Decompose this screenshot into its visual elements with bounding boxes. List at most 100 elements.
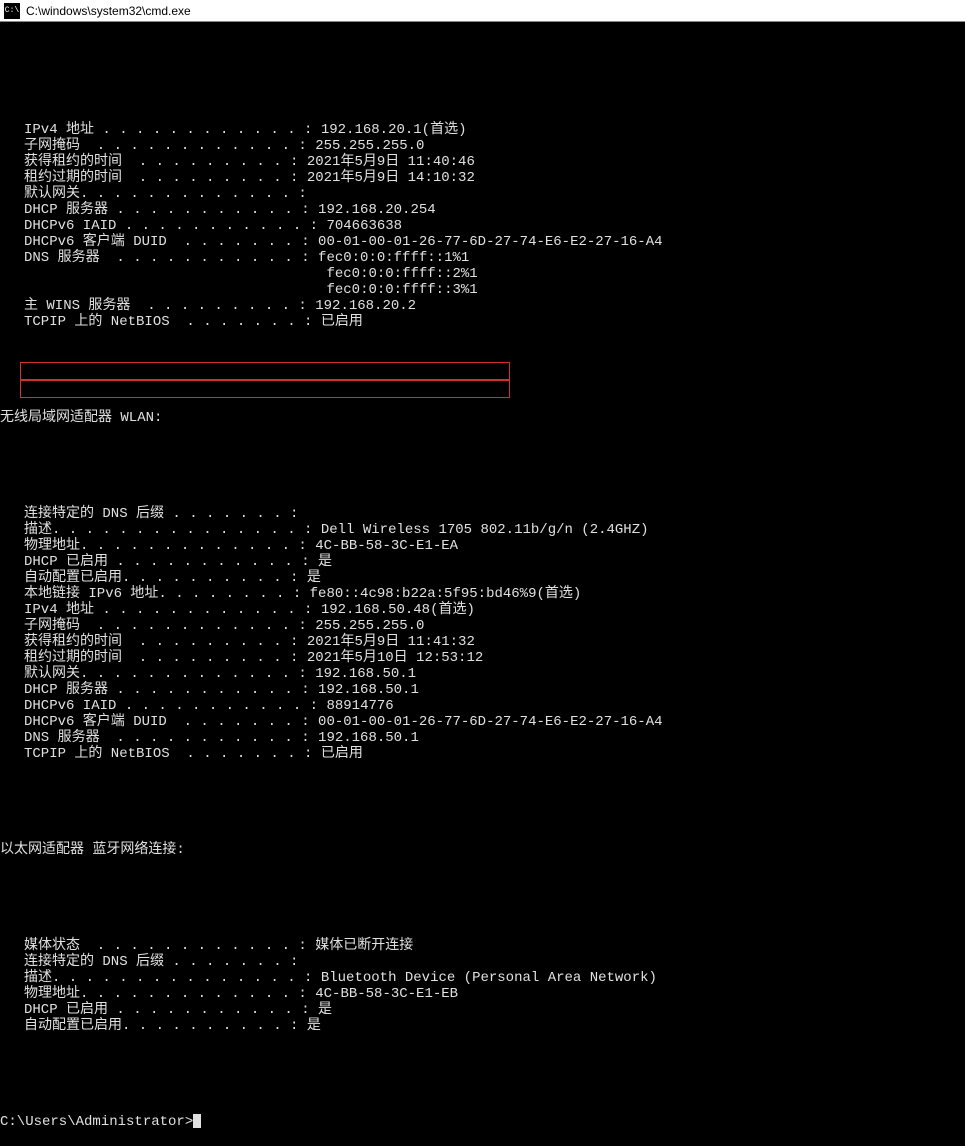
- field-label: 默认网关. . . . . . . . . . . . . :: [24, 666, 307, 682]
- field-value: 是: [298, 1018, 320, 1034]
- field-label: 描述. . . . . . . . . . . . . . . :: [24, 522, 312, 538]
- field-value: 2021年5月9日 11:40:46: [298, 154, 474, 170]
- output-row: 子网掩码 . . . . . . . . . . . . : 255.255.2…: [0, 138, 965, 154]
- field-value: 2021年5月9日 11:41:32: [298, 634, 474, 650]
- output-row: 主 WINS 服务器 . . . . . . . . . : 192.168.2…: [0, 298, 965, 314]
- field-label: [24, 266, 318, 282]
- field-value: fe80::4c98:b22a:5f95:bd46%9(首选): [301, 586, 581, 602]
- field-label: 获得租约的时间 . . . . . . . . . :: [24, 154, 298, 170]
- output-row: 连接特定的 DNS 后缀 . . . . . . . :: [0, 954, 965, 970]
- field-label: DHCPv6 IAID . . . . . . . . . . . :: [24, 218, 318, 234]
- output-row: 获得租约的时间 . . . . . . . . . : 2021年5月9日 11…: [0, 154, 965, 170]
- output-row: fec0:0:0:ffff::3%1: [0, 282, 965, 298]
- field-label: 连接特定的 DNS 后缀 . . . . . . . :: [24, 954, 298, 970]
- output-row: 描述. . . . . . . . . . . . . . . : Dell W…: [0, 522, 965, 538]
- cmd-icon: C:\: [4, 3, 20, 19]
- field-value: 192.168.50.48(首选): [312, 602, 474, 618]
- field-label: TCPIP 上的 NetBIOS . . . . . . . :: [24, 314, 312, 330]
- output-row: 媒体状态 . . . . . . . . . . . . : 媒体已断开连接: [0, 938, 965, 954]
- field-label: DHCP 服务器 . . . . . . . . . . . :: [24, 682, 310, 698]
- field-value: Dell Wireless 1705 802.11b/g/n (2.4GHZ): [312, 522, 648, 538]
- field-value: 4C-BB-58-3C-E1-EA: [307, 538, 458, 554]
- output-row: 物理地址. . . . . . . . . . . . . : 4C-BB-58…: [0, 986, 965, 1002]
- field-label: 自动配置已启用. . . . . . . . . . :: [24, 1018, 298, 1034]
- field-label: DHCP 已启用 . . . . . . . . . . . :: [24, 554, 310, 570]
- field-value: 是: [310, 1002, 332, 1018]
- field-label: 租约过期的时间 . . . . . . . . . :: [24, 650, 298, 666]
- output-row: IPv4 地址 . . . . . . . . . . . . : 192.16…: [0, 122, 965, 138]
- output-row: DHCP 已启用 . . . . . . . . . . . : 是: [0, 554, 965, 570]
- output-row: 默认网关. . . . . . . . . . . . . :: [0, 186, 965, 202]
- output-row: DHCPv6 客户端 DUID . . . . . . . : 00-01-00…: [0, 234, 965, 250]
- field-label: 物理地址. . . . . . . . . . . . . :: [24, 986, 307, 1002]
- output-row: DHCPv6 IAID . . . . . . . . . . . : 7046…: [0, 218, 965, 234]
- output-row: 获得租约的时间 . . . . . . . . . : 2021年5月9日 11…: [0, 634, 965, 650]
- field-value: 是: [310, 554, 332, 570]
- field-label: 子网掩码 . . . . . . . . . . . . :: [24, 138, 307, 154]
- field-value: 4C-BB-58-3C-E1-EB: [307, 986, 458, 1002]
- output-row: DHCPv6 客户端 DUID . . . . . . . : 00-01-00…: [0, 714, 965, 730]
- field-value: 255.255.255.0: [307, 138, 425, 154]
- field-value: Bluetooth Device (Personal Area Network): [312, 970, 656, 986]
- field-value: 192.168.20.2: [307, 298, 416, 314]
- field-label: IPv4 地址 . . . . . . . . . . . . :: [24, 602, 312, 618]
- field-value: 2021年5月9日 14:10:32: [298, 170, 474, 186]
- output-row: 子网掩码 . . . . . . . . . . . . : 255.255.2…: [0, 618, 965, 634]
- terminal-output: IPv4 地址 . . . . . . . . . . . . : 192.16…: [0, 22, 965, 1146]
- field-value: 192.168.50.1: [307, 666, 416, 682]
- output-row: 连接特定的 DNS 后缀 . . . . . . . :: [0, 506, 965, 522]
- output-row: DHCP 服务器 . . . . . . . . . . . : 192.168…: [0, 202, 965, 218]
- field-label: DHCP 已启用 . . . . . . . . . . . :: [24, 1002, 310, 1018]
- field-label: 默认网关. . . . . . . . . . . . . :: [24, 186, 307, 202]
- output-row: TCPIP 上的 NetBIOS . . . . . . . : 已启用: [0, 314, 965, 330]
- highlight-box-ipv4: [20, 380, 510, 398]
- field-value: 192.168.50.1: [310, 730, 419, 746]
- field-label: IPv4 地址 . . . . . . . . . . . . :: [24, 122, 312, 138]
- field-value: fec0:0:0:ffff::2%1: [318, 266, 478, 282]
- field-label: 描述. . . . . . . . . . . . . . . :: [24, 970, 312, 986]
- output-row: DHCPv6 IAID . . . . . . . . . . . : 8891…: [0, 698, 965, 714]
- section-header-wlan: 无线局域网适配器 WLAN:: [0, 410, 162, 426]
- field-value: 2021年5月10日 12:53:12: [298, 650, 483, 666]
- field-value: fec0:0:0:ffff::1%1: [310, 250, 470, 266]
- field-value: 媒体已断开连接: [307, 938, 413, 954]
- field-label: 主 WINS 服务器 . . . . . . . . . :: [24, 298, 307, 314]
- section-header-bluetooth: 以太网适配器 蓝牙网络连接:: [0, 842, 185, 858]
- field-label: 连接特定的 DNS 后缀 . . . . . . . :: [24, 506, 298, 522]
- field-label: DNS 服务器 . . . . . . . . . . . :: [24, 250, 310, 266]
- field-label: [24, 282, 318, 298]
- field-label: 本地链接 IPv6 地址. . . . . . . . :: [24, 586, 301, 602]
- output-row: 自动配置已启用. . . . . . . . . . : 是: [0, 1018, 965, 1034]
- window-title: C:\windows\system32\cmd.exe: [26, 4, 191, 18]
- field-label: 自动配置已启用. . . . . . . . . . :: [24, 570, 298, 586]
- field-value: 已启用: [312, 746, 362, 762]
- field-value: 00-01-00-01-26-77-6D-27-74-E6-E2-27-16-A…: [310, 714, 663, 730]
- field-label: 租约过期的时间 . . . . . . . . . :: [24, 170, 298, 186]
- field-value: 192.168.20.254: [310, 202, 436, 218]
- field-value: fec0:0:0:ffff::3%1: [318, 282, 478, 298]
- output-row: fec0:0:0:ffff::2%1: [0, 266, 965, 282]
- command-prompt[interactable]: C:\Users\Administrator>: [0, 1114, 193, 1130]
- field-value: 255.255.255.0: [307, 618, 425, 634]
- field-label: DHCPv6 IAID . . . . . . . . . . . :: [24, 698, 318, 714]
- field-value: 已启用: [312, 314, 362, 330]
- output-row: DNS 服务器 . . . . . . . . . . . : 192.168.…: [0, 730, 965, 746]
- field-label: DHCPv6 客户端 DUID . . . . . . . :: [24, 234, 310, 250]
- field-value: 是: [298, 570, 320, 586]
- field-label: 子网掩码 . . . . . . . . . . . . :: [24, 618, 307, 634]
- output-row: DNS 服务器 . . . . . . . . . . . : fec0:0:0…: [0, 250, 965, 266]
- output-row: 自动配置已启用. . . . . . . . . . : 是: [0, 570, 965, 586]
- field-value: 192.168.50.1: [310, 682, 419, 698]
- cursor: [193, 1114, 201, 1128]
- output-row: 租约过期的时间 . . . . . . . . . : 2021年5月9日 14…: [0, 170, 965, 186]
- window-titlebar[interactable]: C:\ C:\windows\system32\cmd.exe: [0, 0, 965, 22]
- highlight-box-ipv6: [20, 362, 510, 380]
- output-row: 默认网关. . . . . . . . . . . . . : 192.168.…: [0, 666, 965, 682]
- field-value: 704663638: [318, 218, 402, 234]
- output-row: 本地链接 IPv6 地址. . . . . . . . : fe80::4c98…: [0, 586, 965, 602]
- field-label: DHCPv6 客户端 DUID . . . . . . . :: [24, 714, 310, 730]
- output-row: TCPIP 上的 NetBIOS . . . . . . . : 已启用: [0, 746, 965, 762]
- field-label: DHCP 服务器 . . . . . . . . . . . :: [24, 202, 310, 218]
- output-row: 描述. . . . . . . . . . . . . . . : Blueto…: [0, 970, 965, 986]
- output-row: 物理地址. . . . . . . . . . . . . : 4C-BB-58…: [0, 538, 965, 554]
